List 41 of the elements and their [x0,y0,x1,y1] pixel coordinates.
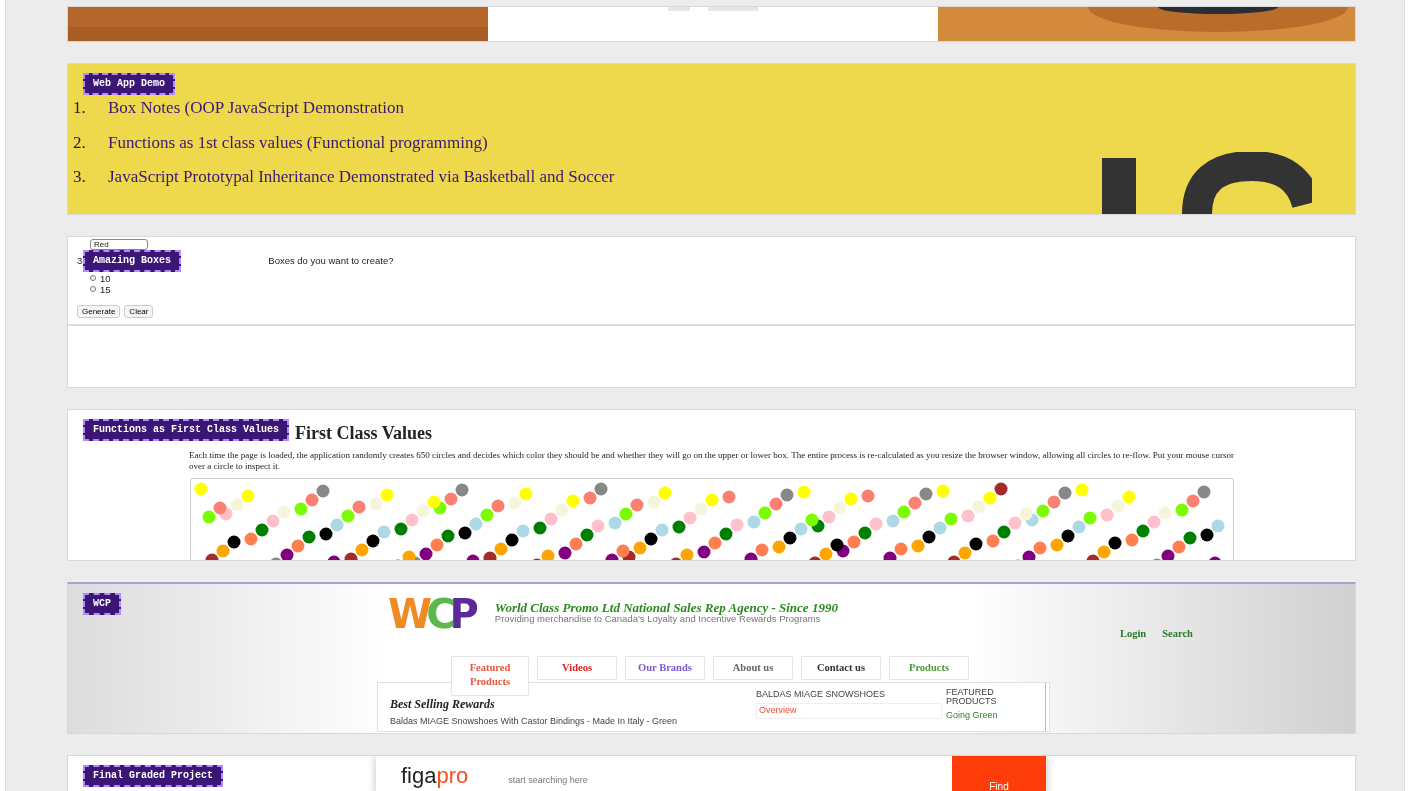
radio-label: 10 [100,272,111,284]
project-link[interactable]: JavaScript Prototypal Inheritance Demonstrated via Basketball and Soccer [108,168,615,188]
logo-text: WCP [388,594,473,634]
question-number: 3 [77,254,83,269]
project-label: WCP [83,593,121,615]
nav-tab[interactable]: Contact us [801,655,881,680]
logo-text: figapro [401,762,469,790]
color-select[interactable]: Red [90,239,148,250]
radio-button[interactable] [90,286,96,292]
find-button[interactable]: Find [952,756,1046,791]
nav-tab[interactable]: Featured Products [451,655,529,696]
nav-link[interactable]: Search [1162,626,1193,642]
radio-label: 15 [100,283,111,295]
list-number: 1. [73,99,87,118]
section-heading: Best Selling Rewards [390,695,496,713]
nav-tab[interactable]: Videos [537,655,617,680]
featured-heading: FEATURED PRODUCTS [946,687,998,706]
project-label: Functions as First Class Values [83,419,290,441]
form-button[interactable]: Generate [77,304,121,318]
nav-tab[interactable]: Products [889,655,969,680]
list-number: 2. [73,133,87,153]
product-link[interactable]: Going Green [946,708,1045,723]
project-label: Web App Demo [83,73,175,95]
nav-tab[interactable]: About us [713,655,793,680]
question-text: Boxes do you want to create? [268,254,394,269]
site-tagline: World Class Promo Ltd National Sales Rep Agency - Since 1990 [494,601,838,614]
project-link[interactable]: Functions as 1st class values (Functional programming) [108,133,488,153]
project-link[interactable]: Box Notes (OOP JavaScript Demonstration [108,99,404,118]
project-label: Final Graded Project [83,765,224,787]
radio-button[interactable] [90,275,96,281]
overview-tab[interactable]: Overview [756,703,942,719]
list-number: 3. [73,168,87,188]
section-title: First Class Values [295,422,434,444]
form-button[interactable]: Clear [124,304,154,318]
product-title: BALDAS MIAGE SNOWSHOES [756,687,887,701]
nav-tab[interactable]: Our Brands [625,655,705,680]
description-text: Each time the page is loaded, the application randomly creates 650 circles and decides which color they should be and whether they will go on the upper or lower box. The entire process is re-calculated as you resize the browser window, allowing all circles to re-flow. Put your mouse cursor over a circle to inspect it. [189,450,1235,472]
product-name[interactable]: Baldas MIAGE Snowshoes With Castor Bindings - Made In Italy - Green [390,714,756,729]
project-label: Amazing Boxes [83,250,181,272]
site-subtitle: Providing merchandise to Canada's Loyalty and Incentive Rewards Programs [494,614,822,624]
nav-link[interactable]: Login [1119,626,1147,642]
